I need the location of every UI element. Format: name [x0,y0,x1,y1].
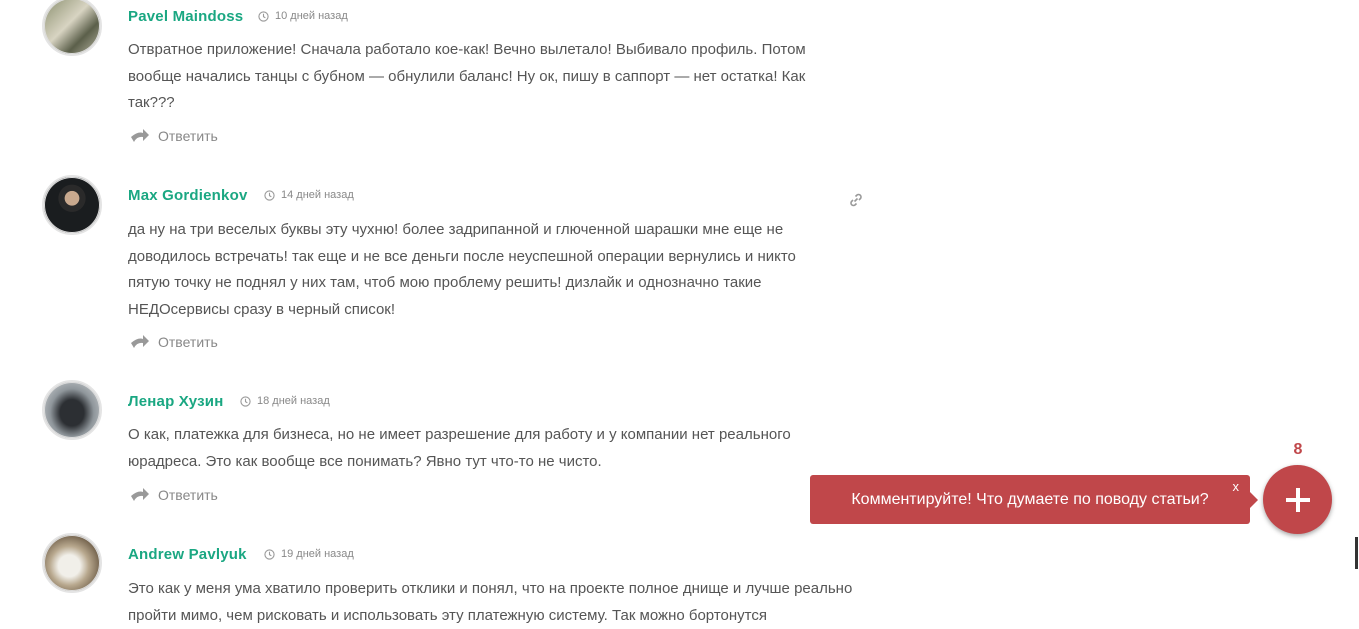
comment-time: 14 дней назад [281,189,354,201]
comment-timestamp[interactable]: 14 дней назад [264,189,354,201]
reply-arrow-icon [131,335,149,348]
clock-icon [264,189,275,201]
reply-arrow-icon [131,129,149,142]
clock-icon [240,395,251,407]
comment-prompt-text: Комментируйте! Что думаете по поводу ста… [851,490,1209,508]
comment-text: да ну на три веселых буквы эту чухню! бо… [128,221,796,318]
scrollbar-thumb[interactable] [1355,537,1358,569]
comment-author[interactable]: Max Gordienkov [128,187,248,204]
comment-text: Это как у меня ума хватило проверить отк… [128,580,853,624]
comment-text: Отвратное приложение! Сначала работало к… [128,41,806,111]
reply-button[interactable]: Ответить [130,128,218,144]
clock-icon [258,10,269,22]
reply-button[interactable]: Ответить [130,334,218,350]
reply-label: Ответить [158,487,218,503]
avatar[interactable] [42,0,102,56]
comment-time: 19 дней назад [281,548,354,560]
avatar[interactable] [42,380,102,440]
comment-timestamp[interactable]: 10 дней назад [258,10,348,22]
comment-timestamp[interactable]: 19 дней назад [264,548,354,560]
comment-author[interactable]: Ленар Хузин [128,393,224,410]
comment-author[interactable]: Pavel Maindoss [128,8,243,25]
reply-arrow-icon [131,488,149,501]
comment-count-badge: 8 [1293,441,1303,458]
comment-timestamp[interactable]: 18 дней назад [240,395,330,407]
comment-prompt-banner[interactable]: Комментируйте! Что думаете по поводу ста… [810,475,1258,524]
comment-time: 10 дней назад [275,10,348,22]
close-button[interactable]: x [1233,479,1240,494]
avatar[interactable] [42,533,102,593]
comment-text: О как, платежка для бизнеса, но не имеет… [128,426,791,470]
reply-label: Ответить [158,334,218,350]
plus-icon [1285,487,1310,512]
comment-time: 18 дней назад [257,395,330,407]
add-comment-button[interactable] [1263,465,1332,534]
avatar[interactable] [42,175,102,235]
reply-button[interactable]: Ответить [130,487,218,503]
clock-icon [264,548,275,560]
comment-author[interactable]: Andrew Pavlyuk [128,546,247,563]
reply-label: Ответить [158,128,218,144]
permalink-icon[interactable] [848,192,864,208]
